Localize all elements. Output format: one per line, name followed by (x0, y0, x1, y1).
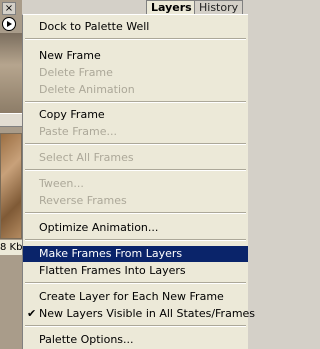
menu-separator (25, 239, 246, 241)
menu-item-dock-to-palette-well[interactable]: Dock to Palette Well (23, 19, 248, 35)
menu-separator (25, 169, 246, 171)
menu-item-flatten-frames-into-layers[interactable]: Flatten Frames Into Layers (23, 263, 248, 279)
menu-item-delete-frame[interactable]: Delete Frame (23, 65, 248, 81)
menu-item-make-frames-from-layers[interactable]: Make Frames From Layers (23, 246, 248, 262)
menu-separator (25, 101, 246, 103)
image-thumbnail (0, 33, 22, 113)
menu-item-palette-options[interactable]: Palette Options... (23, 332, 248, 348)
menu-separator (25, 325, 246, 327)
menu-item-tween[interactable]: Tween... (23, 176, 248, 192)
menu-separator (25, 38, 246, 40)
status-readout: 8 Kbp (0, 240, 22, 255)
menu-item-label: New Layers Visible in All States/Frames (39, 307, 256, 320)
menu-item-reverse-frames[interactable]: Reverse Frames (23, 193, 248, 209)
menu-separator (25, 282, 246, 284)
palette-menu-arrow-icon[interactable] (2, 17, 16, 31)
menu-item-select-all-frames[interactable]: Select All Frames (23, 150, 248, 166)
menu-item-paste-frame[interactable]: Paste Frame... (23, 124, 248, 140)
image-preview (0, 133, 22, 239)
frame-strip (0, 113, 22, 127)
menu-item-new-frame[interactable]: New Frame (23, 48, 248, 64)
menu-separator (25, 212, 246, 214)
close-icon[interactable]: × (2, 2, 16, 15)
menu-item-delete-animation[interactable]: Delete Animation (23, 82, 248, 98)
menu-item-create-layer-for-each-new-frame[interactable]: Create Layer for Each New Frame (23, 289, 248, 305)
tab-layers[interactable]: Layers (146, 0, 197, 14)
tab-history[interactable]: History (194, 0, 244, 14)
checkmark-icon: ✔ (27, 307, 37, 320)
menu-separator (25, 143, 246, 145)
palette-menu: Dock to Palette Well New Frame Delete Fr… (22, 14, 255, 349)
palette-tab-bar: Layers History (137, 0, 248, 14)
background-window-bottom (0, 255, 22, 349)
menu-item-new-layers-visible-in-all-states-frames[interactable]: ✔ New Layers Visible in All States/Frame… (23, 306, 255, 322)
menu-item-optimize-animation[interactable]: Optimize Animation... (23, 220, 248, 236)
menu-item-copy-frame[interactable]: Copy Frame (23, 107, 248, 123)
